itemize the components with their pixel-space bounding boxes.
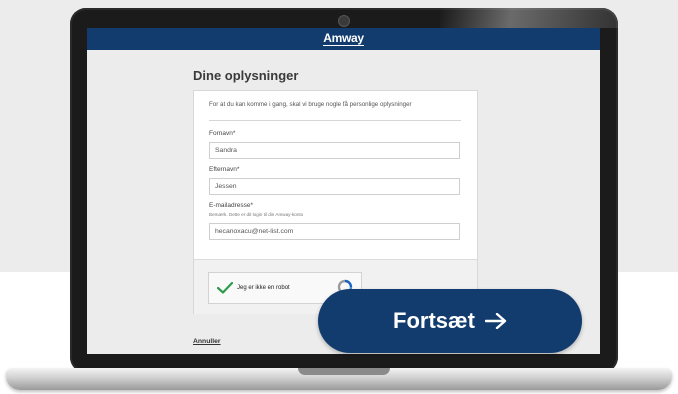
camera-icon (338, 15, 350, 27)
continue-button[interactable]: Fortsæt (318, 289, 582, 353)
lid-sheen (440, 8, 618, 28)
amway-logo[interactable]: Amway (323, 32, 364, 46)
divider (209, 120, 461, 121)
app-header: Amway (87, 28, 600, 50)
cancel-link[interactable]: Annuller (193, 338, 221, 345)
first-name-label: Fornavn* (209, 130, 236, 137)
last-name-field[interactable]: Jessen (209, 178, 460, 195)
email-note: Bemærk. Dette er dit login til din Amway… (209, 212, 304, 217)
form-intro: For at du kan komme i gang, skal vi brug… (209, 101, 412, 108)
last-name-label: Efternavn* (209, 166, 240, 173)
captcha-label: Jeg er ikke en robot (237, 285, 290, 291)
arrow-right-icon (484, 313, 507, 329)
continue-label: Fortsæt (393, 308, 475, 333)
laptop-notch (298, 368, 390, 375)
email-label: E-mailadresse* (209, 202, 254, 209)
first-name-field[interactable]: Sandra (209, 142, 460, 159)
page-title: Dine oplysninger (193, 68, 299, 83)
check-icon[interactable] (217, 282, 233, 294)
email-field[interactable]: hecanoxacu@net-list.com (209, 223, 460, 240)
details-form: For at du kan komme i gang, skal vi brug… (193, 90, 478, 314)
